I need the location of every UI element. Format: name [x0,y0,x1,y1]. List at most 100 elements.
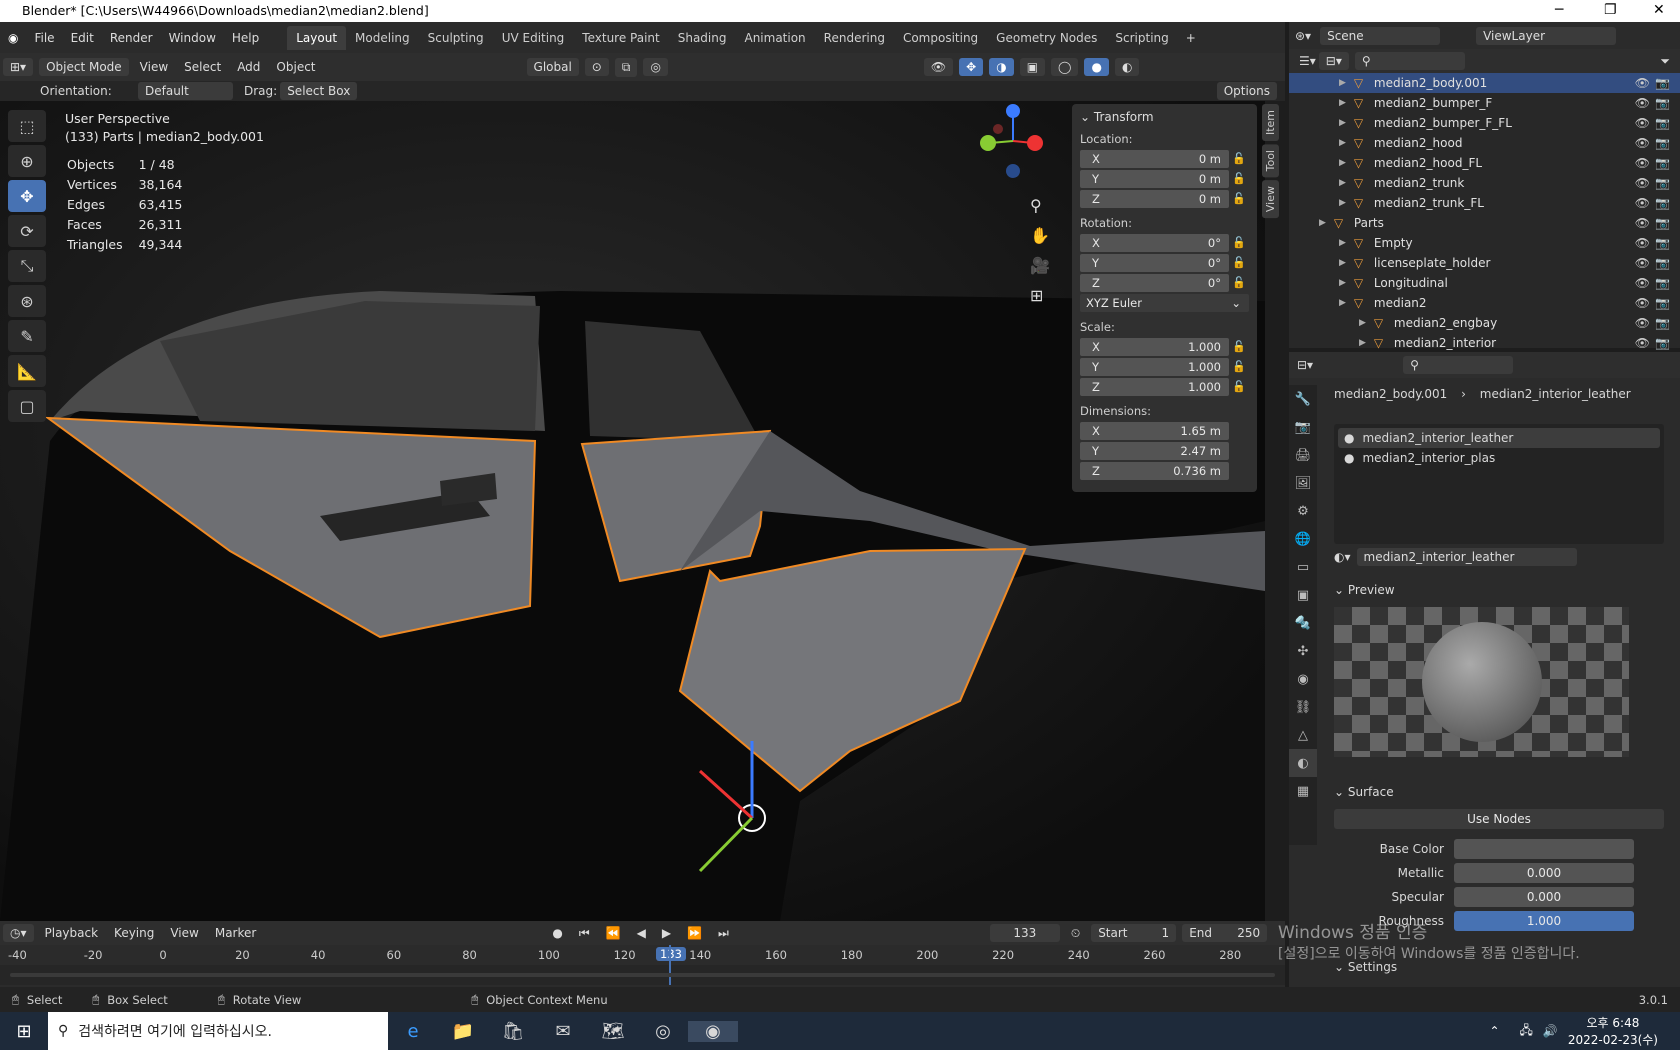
outliner-search-input[interactable]: ⚲ [1354,52,1465,70]
object-tab-icon[interactable]: ▣ [1289,581,1317,609]
camera-visibility-icon[interactable]: 📷 [1655,116,1670,130]
drag-select[interactable]: Select Box [280,82,358,100]
camera-visibility-icon[interactable]: 📷 [1655,156,1670,170]
transform-icon[interactable]: ⊛ [8,285,46,317]
cursor-icon[interactable]: ⊕ [8,145,46,177]
eye-icon[interactable]: 👁 [1635,196,1650,210]
blender-taskbar-icon[interactable]: ◉ [688,1020,738,1042]
lock-icon[interactable]: 🔓 [1229,192,1249,205]
camera-visibility-icon[interactable]: 📷 [1655,96,1670,110]
play-reverse-icon[interactable]: ◀ [629,926,654,940]
object-menu[interactable]: Object [268,60,323,74]
outliner-item[interactable]: ▶ ▽ median2_bumper_F 👁 📷 [1289,93,1680,113]
orientation-select[interactable]: Default [138,82,233,100]
tab-uv-editing[interactable]: UV Editing [493,26,574,50]
proportional-icon[interactable]: ◎ [643,58,668,76]
eye-icon[interactable]: 👁 [1635,276,1650,290]
tray-network-icon[interactable]: 🖧 [1520,1021,1533,1042]
timeline-scrollbar[interactable] [10,973,1275,977]
rotation-z-field[interactable]: Z 0° [1080,273,1229,292]
outliner-item[interactable]: ▶ ▽ median2_bumper_F_FL 👁 📷 [1289,113,1680,133]
menu-file[interactable]: File [26,31,62,45]
scale-icon[interactable]: ⤡ [8,250,46,282]
lock-icon[interactable]: 🔓 [1229,380,1249,393]
timeline-ruler[interactable]: -40 -20 0 20 40 60 80 100 120 140 160 180 200 220 240 2… [0,945,1285,965]
tab-compositing[interactable]: Compositing [894,26,987,50]
navigation-gizmo[interactable] [978,101,1048,191]
keying-menu[interactable]: Keying [106,926,162,940]
tab-texture-paint[interactable]: Texture Paint [573,26,668,50]
solid-shading-icon[interactable]: ● [1084,58,1109,76]
eye-icon[interactable]: 👁 [1635,216,1650,230]
wireframe-shading-icon[interactable]: ◯ [1051,58,1079,76]
outliner-item[interactable]: ▶ ▽ licenseplate_holder 👁 📷 [1289,253,1680,273]
material-shading-icon[interactable]: ◐ [1114,58,1140,76]
tab-shading[interactable]: Shading [669,26,736,50]
collection-tab-icon[interactable]: ▭ [1289,553,1317,581]
expand-arrow-icon[interactable]: ▶ [1319,218,1326,228]
camera-visibility-icon[interactable]: 📷 [1655,76,1670,90]
menu-help[interactable]: Help [224,31,267,45]
camera-visibility-icon[interactable]: 📷 [1655,316,1670,330]
minimize-icon[interactable]: ─ [1555,2,1563,18]
surface-header[interactable]: ⌄ Surface [1334,785,1664,799]
file-explorer-icon[interactable]: 📁 [438,1021,488,1042]
expand-arrow-icon[interactable]: ▶ [1339,238,1346,248]
outliner-item[interactable]: ▶ ▽ Parts 👁 📷 [1289,213,1680,233]
tab-modeling[interactable]: Modeling [346,26,419,50]
mail-icon[interactable]: ✉ [538,1021,588,1042]
lock-icon[interactable]: 🔓 [1229,276,1249,289]
zoom-icon[interactable]: ⚲ [1030,191,1050,221]
tab-rendering[interactable]: Rendering [815,26,894,50]
camera-visibility-icon[interactable]: 📷 [1655,296,1670,310]
start-frame-field[interactable]: Start 1 [1091,924,1177,942]
location-x-field[interactable]: X 0 m [1080,149,1229,168]
camera-visibility-icon[interactable]: 📷 [1655,336,1670,350]
tab-layout[interactable]: Layout [287,25,347,50]
scale-x-field[interactable]: X 1.000 [1080,337,1229,356]
rotation-x-field[interactable]: X 0° [1080,233,1229,252]
outliner-item[interactable]: ▶ ▽ median2 👁 📷 [1289,293,1680,313]
edge-icon[interactable]: e [388,1021,438,1042]
sidebar-tab-view[interactable]: View [1262,180,1279,219]
tool-tab-icon[interactable]: 🔧 [1289,385,1317,413]
expand-arrow-icon[interactable]: ▶ [1359,338,1366,348]
camera-visibility-icon[interactable]: 📷 [1655,196,1670,210]
dimension-y-field[interactable]: Y 2.47 m [1080,441,1229,460]
view-menu[interactable]: View [132,60,176,74]
lock-icon[interactable]: 🔓 [1229,360,1249,373]
camera-visibility-icon[interactable]: 📷 [1655,216,1670,230]
constraints-tab-icon[interactable]: ⛓ [1289,693,1317,721]
menu-render[interactable]: Render [102,31,161,45]
camera-visibility-icon[interactable]: 📷 [1655,176,1670,190]
properties-editor-icon[interactable]: ⊟▾ [1297,358,1313,372]
eye-icon[interactable]: 👁 [1635,176,1650,190]
material-slot[interactable]: ● median2_interior_leather [1338,428,1660,448]
scene-field[interactable]: Scene [1320,26,1441,45]
maximize-icon[interactable]: ❐ [1604,2,1617,18]
maps-icon[interactable]: 🗺 [588,1021,638,1042]
lock-icon[interactable]: 🔓 [1229,236,1249,249]
tab-sculpting[interactable]: Sculpting [419,26,493,50]
outliner-item[interactable]: ▶ ▽ median2_engbay 👁 📷 [1289,313,1680,333]
world-tab-icon[interactable]: 🌐 [1289,525,1317,553]
preview-header[interactable]: ⌄ Preview [1334,583,1664,597]
gizmo-icon[interactable]: ✥ [959,58,984,76]
outliner-editor-icon[interactable]: ☰▾ [1299,54,1316,68]
rotate-icon[interactable]: ⟳ [8,215,46,247]
properties-search-input[interactable]: ⚲ [1403,356,1514,374]
physics-tab-icon[interactable]: ◉ [1289,665,1317,693]
playback-menu[interactable]: Playback [37,926,107,940]
eye-icon[interactable]: 👁 [1635,316,1650,330]
eye-icon[interactable]: 👁 [1635,76,1650,90]
measure-icon[interactable]: 📐 [8,355,46,387]
transform-orientation-select[interactable]: Global [526,58,579,76]
eye-icon[interactable]: 👁 [1635,336,1650,350]
material-browse-icon[interactable]: ◐▾ [1334,550,1351,564]
visibility-icon[interactable]: 👁 [923,58,954,76]
outliner-item[interactable]: ▶ ▽ median2_trunk 👁 📷 [1289,173,1680,193]
store-icon[interactable]: 🛍 [488,1021,538,1042]
tab-geometry-nodes[interactable]: Geometry Nodes [987,26,1106,50]
scale-z-field[interactable]: Z 1.000 [1080,377,1229,396]
add-cube-icon[interactable]: ▢ [8,390,46,422]
